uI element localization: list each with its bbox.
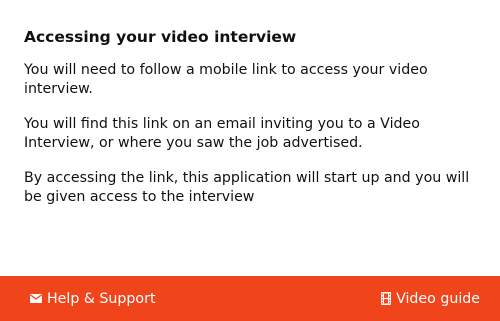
film-icon	[381, 292, 392, 305]
page-title: Accessing your video interview	[24, 28, 297, 46]
instruction-paragraph-3: By accessing the link, this application …	[24, 170, 470, 205]
help-support-label: Help & Support	[47, 290, 156, 307]
envelope-icon	[30, 294, 42, 303]
help-support-button[interactable]: Help & Support	[30, 289, 156, 309]
video-guide-button[interactable]: Video guide	[381, 289, 480, 309]
instruction-paragraph-2: You will find this link on an email invi…	[24, 116, 420, 151]
app-screen: Accessing your video interview You will …	[0, 0, 500, 321]
video-guide-label: Video guide	[396, 290, 480, 307]
bottom-action-bar: Help & Support Video guide	[0, 276, 500, 321]
info-content: Accessing your video interview You will …	[24, 27, 486, 207]
instruction-paragraph-1: You will need to follow a mobile link to…	[24, 62, 428, 97]
